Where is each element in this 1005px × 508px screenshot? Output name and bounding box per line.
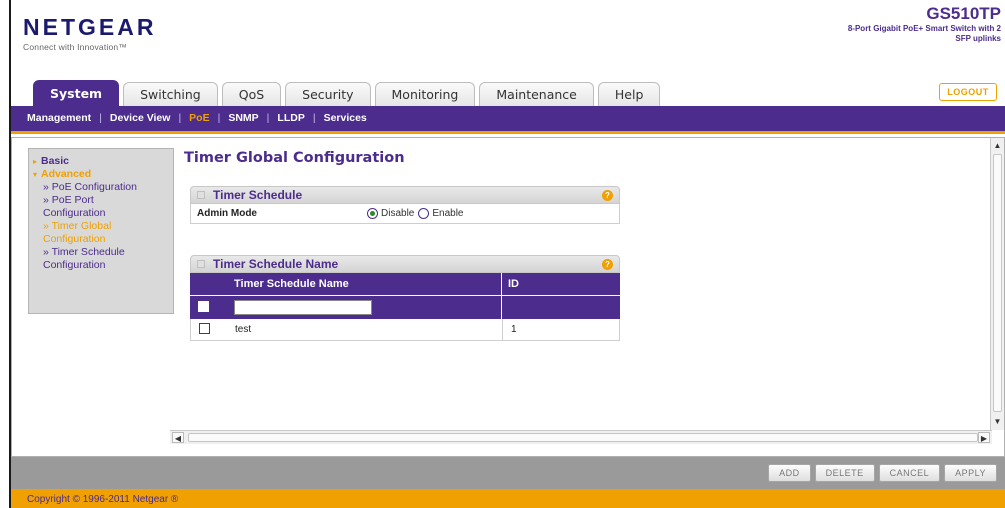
subnav-poe[interactable]: PoE [189,112,209,124]
radio-selected-icon [367,208,378,219]
sidebar-item-label: Timer Schedule Configuration [43,246,125,271]
bullet-icon: » [43,246,52,258]
sidebar-item-label: PoE Configuration [51,181,137,193]
scroll-left-icon[interactable]: ◀ [172,432,184,443]
content-area: ▸ Basic ▾ Advanced » PoE Configuration » P… [11,137,1005,457]
select-cell [191,322,231,337]
schedule-name-cell: test [231,319,503,340]
sidebar: ▸ Basic ▾ Advanced » PoE Configuration » P… [28,148,174,314]
column-header-id: ID [508,278,519,290]
timer-schedule-name-section: Timer Schedule Name ? Timer Schedule Nam… [190,255,620,341]
sidebar-item-label: PoE Port Configuration [43,194,106,219]
admin-mode-label: Admin Mode [197,208,257,219]
horizontal-scrollbar[interactable]: ◀ ▶ [170,430,992,444]
admin-mode-enable-radio[interactable]: Enable [418,208,464,219]
header: NETGEAR Connect with Innovation™ GS510TP… [11,0,1005,78]
footer: Copyright © 1996-2011 Netgear ® [11,489,1005,508]
app-frame: NETGEAR Connect with Innovation™ GS510TP… [9,0,1005,508]
select-cell [190,300,230,315]
sidebar-item-basic[interactable]: ▸ Basic [33,155,169,168]
tab-maintenance[interactable]: Maintenance [479,82,594,106]
row-checkbox[interactable] [199,322,210,334]
copyright-text: Copyright © 1996-2011 Netgear ® [27,494,179,505]
timer-schedule-section: Timer Schedule ? Admin Mode Disable Enab… [190,186,620,224]
tab-switching[interactable]: Switching [123,82,218,106]
logo-wordmark: NETGEAR [23,14,157,40]
scroll-thumb[interactable] [993,154,1002,412]
arrow-down-icon: ▾ [33,170,38,179]
subnav-management[interactable]: Management [27,112,91,124]
tab-monitoring[interactable]: Monitoring [374,82,476,106]
subnav-device-view[interactable]: Device View [110,112,171,124]
main-tabs: System Switching QoS Security Monitoring… [33,80,664,106]
page-title: Timer Global Configuration [184,150,405,166]
netgear-logo: NETGEAR Connect with Innovation™ [23,14,156,52]
subnav-services[interactable]: Services [324,112,367,124]
subnav-separator: | [178,112,182,124]
radio-label: Disable [381,208,415,219]
radio-unselected-icon [418,208,430,219]
table-header: Timer Schedule Name ID [190,273,620,295]
add-button[interactable]: ADD [768,464,811,482]
table-row: test 1 [190,319,620,341]
model-description: 8-Port Gigabit PoE+ Smart Switch with 2 … [847,24,1001,43]
tab-qos[interactable]: QoS [221,82,282,106]
schedule-name-input[interactable] [234,300,372,315]
subnav-separator: | [99,112,102,124]
delete-button[interactable]: DELETE [814,464,875,482]
help-icon[interactable]: ? [602,259,613,270]
bullet-icon: » [43,194,52,206]
cancel-button[interactable]: CANCEL [878,464,941,482]
scroll-up-icon[interactable]: ▲ [992,140,1003,152]
subnav-separator: | [312,112,316,124]
name-input-cell [230,296,502,319]
section-title: Timer Schedule [213,188,303,202]
collapse-icon[interactable] [197,191,205,199]
subnav-separator: | [217,112,221,124]
help-icon[interactable]: ? [602,190,613,201]
apply-button[interactable]: APPLY [944,464,997,482]
sidebar-item-label: Advanced [41,168,92,180]
collapse-icon[interactable] [197,260,205,268]
timer-schedule-name-header: Timer Schedule Name ? [190,255,620,273]
action-buttons: ADD DELETE CANCEL APPLY [764,464,997,482]
table-input-row [190,295,620,319]
arrow-right-icon: ▸ [33,157,38,166]
logo-tagline: Connect with Innovation™ [23,42,128,52]
sidebar-item-poe-configuration[interactable]: » PoE Configuration [33,181,169,194]
tab-help[interactable]: Help [597,82,661,106]
scroll-right-icon[interactable]: ▶ [978,432,990,443]
sidebar-item-timer-schedule-configuration[interactable]: » Timer Schedule Configuration [33,246,169,272]
button-bar: ADD DELETE CANCEL APPLY [11,457,1005,489]
bullet-icon: » [43,181,52,193]
scroll-down-icon[interactable]: ▼ [992,416,1003,428]
model-info: GS510TP 8-Port Gigabit PoE+ Smart Switch… [841,4,1001,44]
select-all-checkbox[interactable] [198,300,209,312]
admin-mode-disable-radio[interactable]: Disable [367,208,414,219]
sidebar-item-label: Basic [41,155,70,167]
subnav-separator: | [266,112,270,124]
timer-schedule-header: Timer Schedule ? [190,186,620,204]
logout-button[interactable]: LOGOUT [939,83,997,101]
scroll-thumb[interactable] [188,433,978,442]
bullet-icon: » [43,220,52,232]
sidebar-item-label: Timer Global Configuration [43,220,112,245]
subnav-snmp[interactable]: SNMP [228,112,258,124]
vertical-scrollbar[interactable]: ▲ ▼ [990,138,1004,430]
admin-mode-row: Admin Mode Disable Enable [190,204,620,224]
tab-security[interactable]: Security [285,82,371,106]
sidebar-item-poe-port-configuration[interactable]: » PoE Port Configuration [33,194,169,220]
sub-navigation-bar: Management | Device View | PoE | SNMP | … [11,106,1005,134]
tab-system[interactable]: System [33,80,120,106]
sidebar-item-timer-global-configuration[interactable]: » Timer Global Configuration [33,220,169,246]
main-panel: Timer Global Configuration [184,150,405,166]
subnav-lldp[interactable]: LLDP [277,112,304,124]
model-name: GS510TP [926,4,1001,23]
radio-label: Enable [432,208,464,219]
sub-navigation: Management | Device View | PoE | SNMP | … [27,112,367,124]
sidebar-item-advanced[interactable]: ▾ Advanced [33,168,169,181]
section-title: Timer Schedule Name [213,257,339,271]
schedule-id-cell: 1 [511,324,517,335]
column-header-name: Timer Schedule Name [230,273,502,295]
